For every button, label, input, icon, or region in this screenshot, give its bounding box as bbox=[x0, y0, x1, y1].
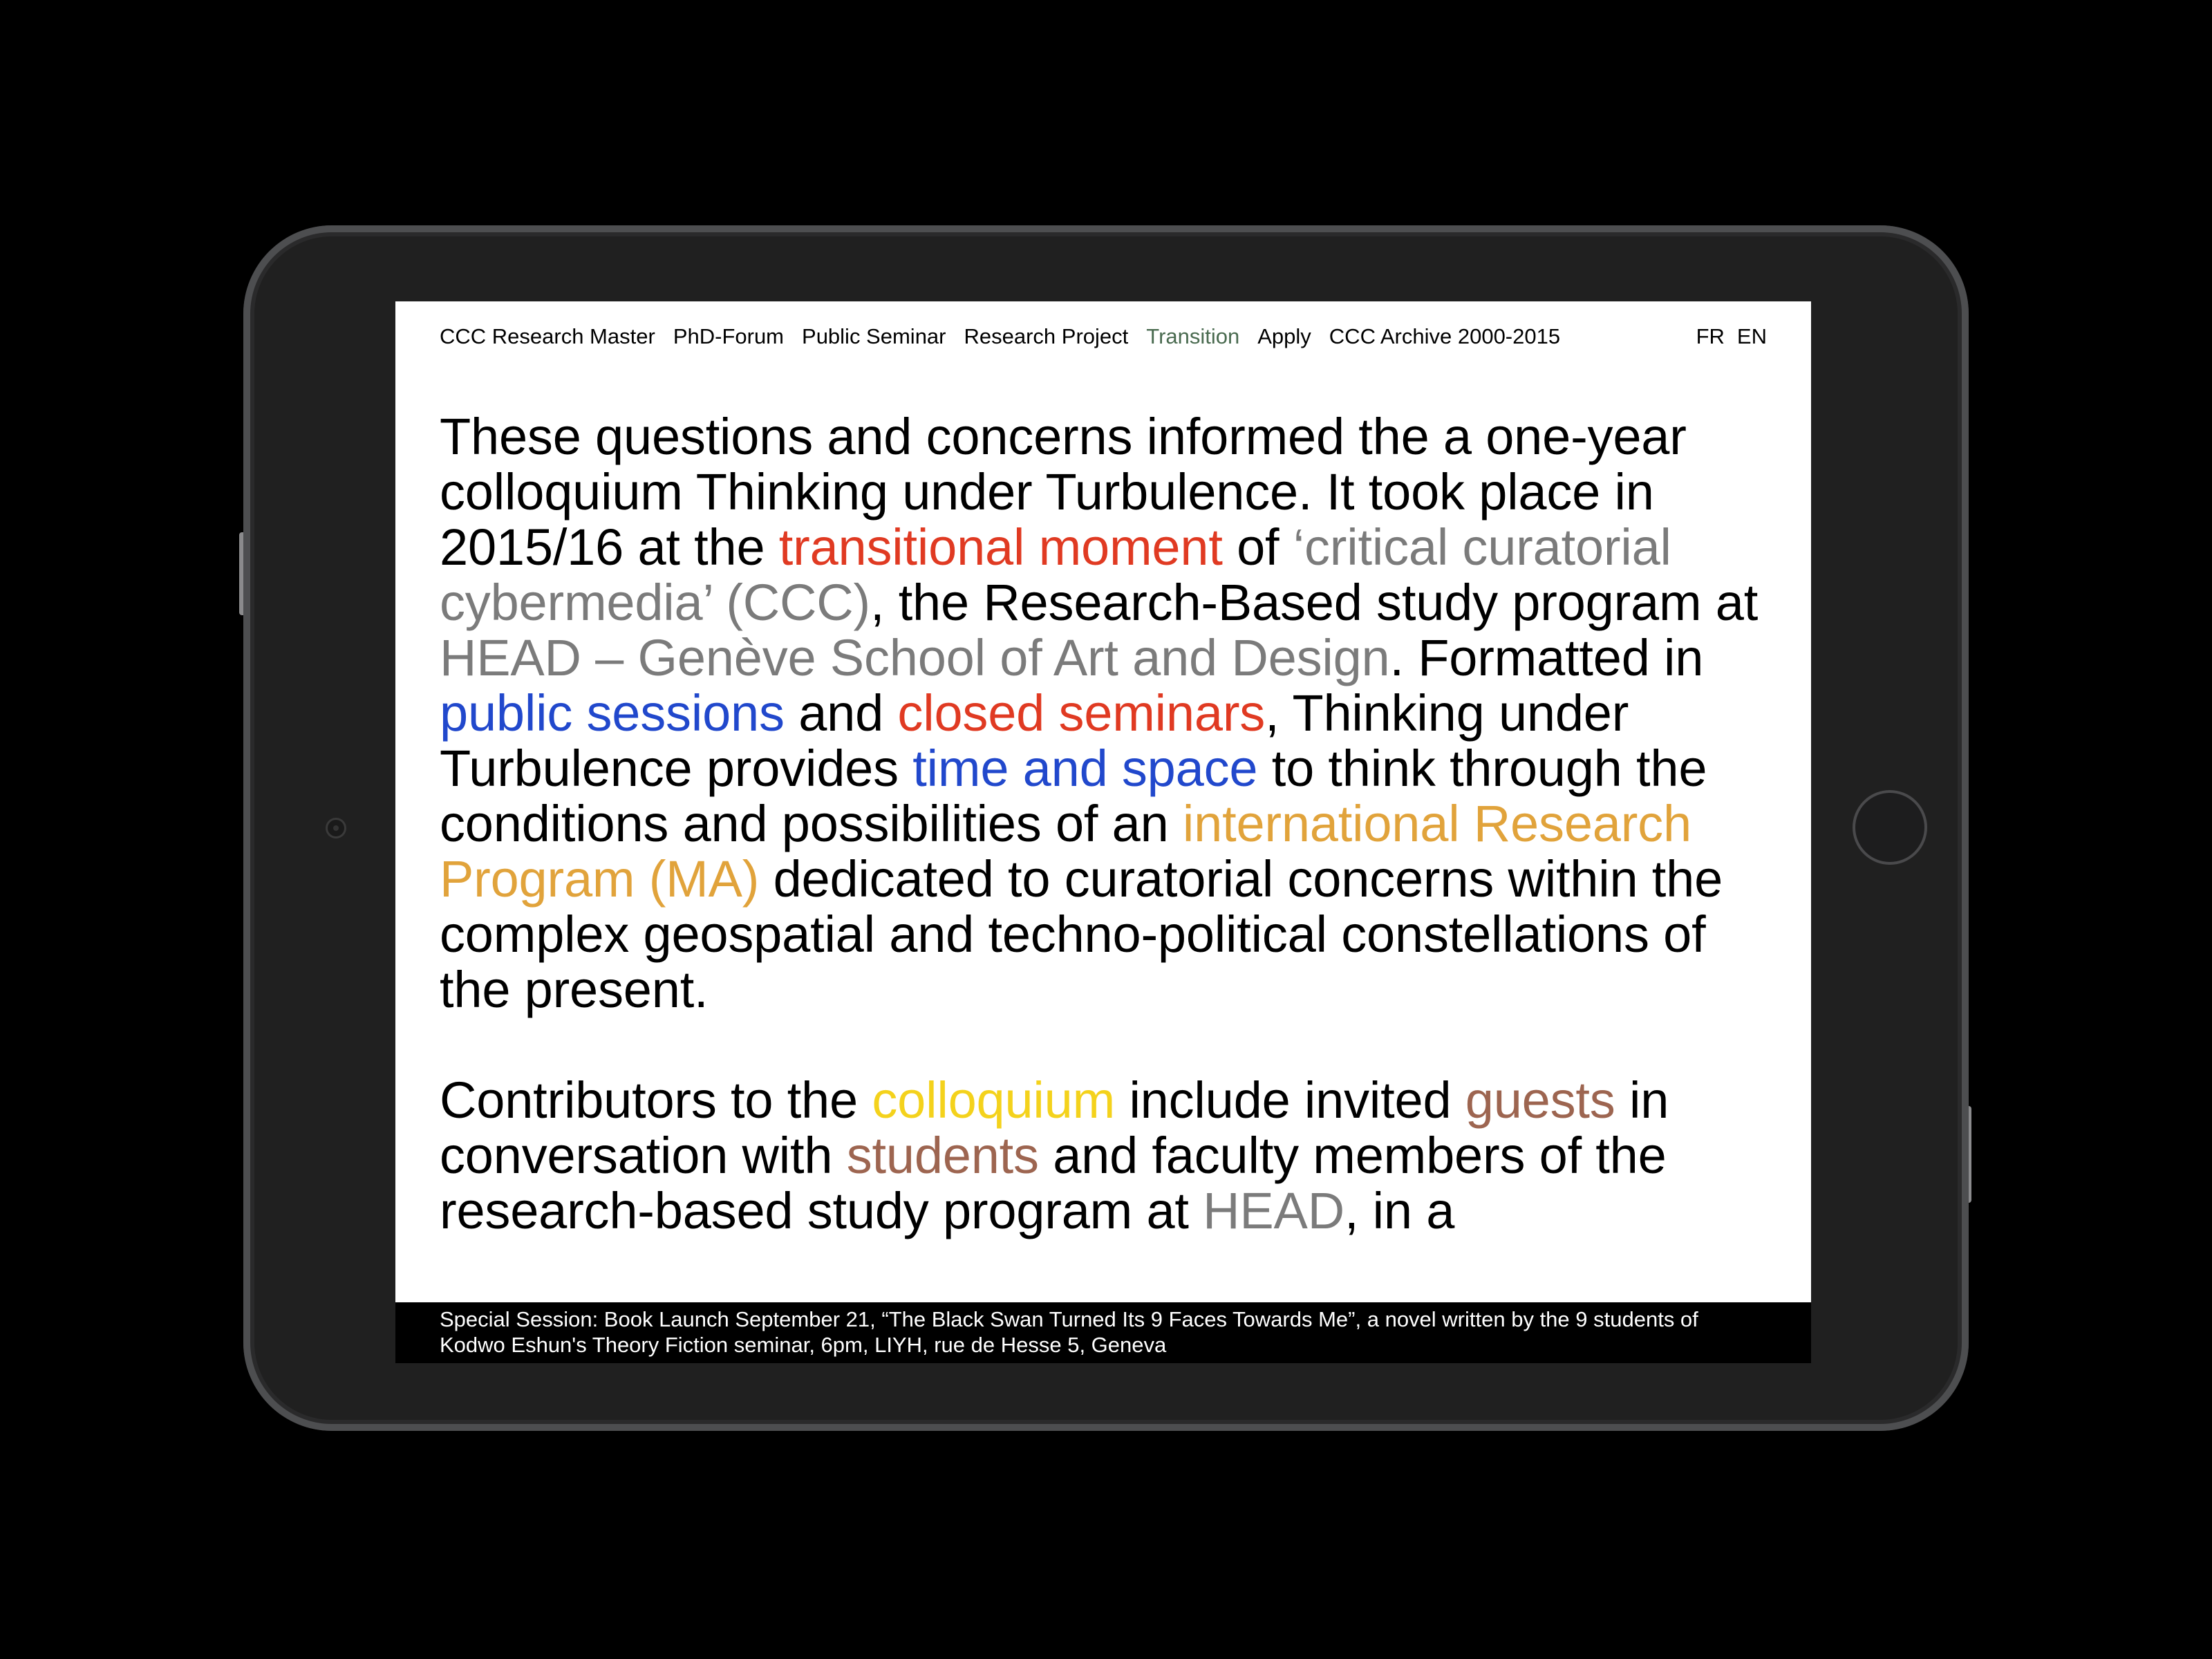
nav-item-transition[interactable]: Transition bbox=[1146, 324, 1239, 349]
nav-item-phd-forum[interactable]: PhD-Forum bbox=[673, 324, 784, 349]
text-segment: Contributors to the bbox=[440, 1071, 872, 1129]
paragraph-intro: These questions and concerns informed th… bbox=[440, 409, 1774, 1018]
nav-item-ccc-archive[interactable]: CCC Archive 2000-2015 bbox=[1329, 324, 1560, 349]
text-segment: , the Research-Based study program at bbox=[870, 574, 1759, 631]
home-button[interactable] bbox=[1853, 790, 1927, 865]
camera-icon bbox=[328, 820, 344, 836]
link-time-and-space[interactable]: time and space bbox=[912, 740, 1257, 797]
link-public-sessions[interactable]: public sessions bbox=[440, 684, 785, 742]
announcement-ticker[interactable]: Special Session: Book Launch September 2… bbox=[395, 1302, 1811, 1363]
link-closed-seminars[interactable]: closed seminars bbox=[897, 684, 1265, 742]
text-segment: . Formatted in bbox=[1389, 629, 1704, 686]
lang-fr-link[interactable]: FR bbox=[1696, 324, 1725, 349]
link-head-geneve[interactable]: HEAD – Genève School of Art and Design bbox=[440, 629, 1390, 686]
lang-en-link[interactable]: EN bbox=[1737, 324, 1767, 349]
nav-item-apply[interactable]: Apply bbox=[1257, 324, 1311, 349]
top-navigation: CCC Research Master PhD-Forum Public Sem… bbox=[440, 319, 1767, 354]
link-head[interactable]: HEAD bbox=[1203, 1182, 1344, 1239]
link-guests[interactable]: guests bbox=[1465, 1071, 1615, 1129]
tablet-screen: CCC Research Master PhD-Forum Public Sem… bbox=[395, 301, 1811, 1363]
text-segment: and bbox=[784, 684, 898, 742]
link-transitional-moment[interactable]: transitional moment bbox=[779, 518, 1223, 576]
link-colloquium[interactable]: colloquium bbox=[872, 1071, 1115, 1129]
link-students[interactable]: students bbox=[847, 1127, 1039, 1184]
text-segment: , in a bbox=[1344, 1182, 1455, 1239]
nav-item-research-project[interactable]: Research Project bbox=[964, 324, 1129, 349]
text-segment: of bbox=[1222, 518, 1293, 576]
language-switcher: FR EN bbox=[1696, 324, 1767, 349]
nav-item-public-seminar[interactable]: Public Seminar bbox=[802, 324, 946, 349]
text-segment: include invited bbox=[1115, 1071, 1465, 1129]
nav-item-ccc-research-master[interactable]: CCC Research Master bbox=[440, 324, 655, 349]
main-text: These questions and concerns informed th… bbox=[440, 409, 1774, 1294]
stage: CCC Research Master PhD-Forum Public Sem… bbox=[0, 0, 2212, 1659]
paragraph-contributors: Contributors to the colloquium include i… bbox=[440, 1073, 1774, 1239]
ticker-text: Special Session: Book Launch September 2… bbox=[440, 1307, 1698, 1357]
